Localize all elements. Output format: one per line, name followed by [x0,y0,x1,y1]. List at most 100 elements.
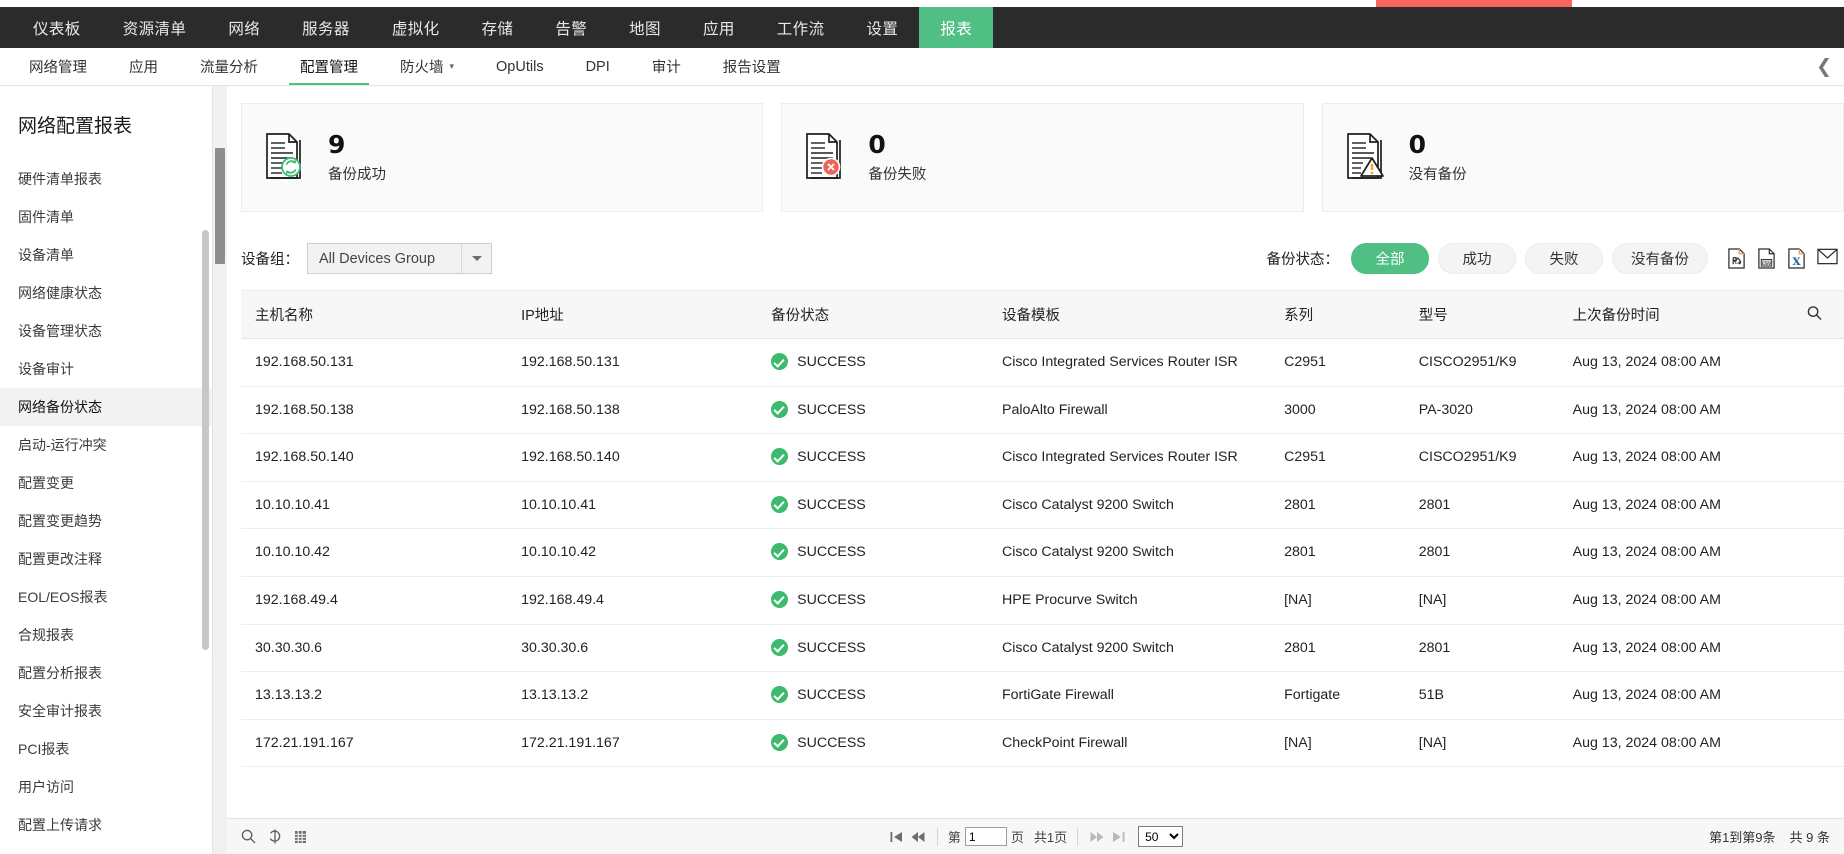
secondary-nav-item-0[interactable]: 网络管理 [8,48,108,85]
sidebar-scrollbar-thumb[interactable] [202,230,209,650]
table-search-icon[interactable] [241,829,256,844]
next-page-button[interactable] [1088,831,1106,843]
sidebar-item-16[interactable]: 用户访问 [0,768,212,806]
primary-nav-item-6[interactable]: 告警 [534,7,608,48]
primary-nav-item-5[interactable]: 存储 [461,7,535,48]
document-warning-icon [1343,132,1389,184]
backup-status-pill-2[interactable]: 失败 [1525,243,1603,274]
primary-nav-item-7[interactable]: 地图 [608,7,682,48]
primary-nav-item-10[interactable]: 设置 [845,7,919,48]
primary-nav-item-9[interactable]: 工作流 [756,7,846,48]
primary-nav-item-4[interactable]: 虚拟化 [371,7,461,48]
sidebar-item-2[interactable]: 设备清单 [0,236,212,274]
cell-text: Aug 13, 2024 08:00 AM [1572,734,1721,751]
primary-nav-item-2[interactable]: 网络 [207,7,281,48]
export-pdf-icon[interactable]: € [1727,248,1746,269]
sidebar-item-4[interactable]: 设备管理状态 [0,312,212,350]
first-page-button[interactable] [888,831,905,843]
table-row[interactable]: 30.30.30.6 30.30.30.6 SUCCESS Cisco Catalys… [241,624,1844,673]
previous-page-button[interactable] [909,831,927,843]
main-scrollbar-thumb[interactable] [215,148,225,264]
cell-text: 10.10.10.42 [521,544,597,561]
table-refresh-icon[interactable] [268,829,282,844]
sidebar-item-5[interactable]: 设备审计 [0,350,212,388]
cell-text: Cisco Catalyst 9200 Switch [1001,639,1174,656]
table-cell-host: 172.21.191.167 [241,719,508,768]
table-column-header-6[interactable]: 上次备份时间 [1558,290,1844,339]
last-page-button[interactable] [1110,831,1127,843]
sidebar-item-0[interactable]: 硬件清单报表 [0,160,212,198]
email-report-icon[interactable] [1817,248,1838,269]
sidebar-item-8[interactable]: 配置变更 [0,464,212,502]
device-group-select[interactable]: All Devices Group [307,243,492,274]
primary-nav-item-11[interactable]: 报表 [919,7,994,48]
secondary-nav-item-6[interactable]: DPI [565,48,631,85]
backup-status-pill-3[interactable]: 没有备份 [1612,243,1708,274]
backup-status-badge: SUCCESS [771,542,980,563]
table-column-header-4[interactable]: 系列 [1270,290,1405,339]
table-row[interactable]: 13.13.13.2 13.13.13.2 SUCCESS FortiGate Fir… [241,671,1844,720]
table-row[interactable]: 10.10.10.41 10.10.10.41 SUCCESS Cisco Catal… [241,481,1844,530]
summary-card-1[interactable]: 0 备份失败 [781,103,1304,212]
nav-collapse-chevron-left-icon[interactable]: ❮ [1816,57,1832,76]
page-suffix-label: 页 [1010,830,1024,845]
sidebar-item-11[interactable]: EOL/EOS报表 [0,578,212,616]
sidebar-item-3[interactable]: 网络健康状态 [0,274,212,312]
sidebar-item-1[interactable]: 固件清单 [0,198,212,236]
table-row[interactable]: 192.168.50.138 192.168.50.138 SUCCESS PaloA… [241,386,1844,435]
sidebar-item-7[interactable]: 启动-运行冲突 [0,426,212,464]
table-column-header-3[interactable]: 设备模板 [987,290,1271,339]
table-row[interactable]: 10.10.10.42 10.10.10.42 SUCCESS Cisco Catal… [241,528,1844,577]
secondary-nav-item-8[interactable]: 报告设置 [702,48,802,85]
backup-status-text: SUCCESS [797,496,866,513]
sidebar-item-13[interactable]: 配置分析报表 [0,654,212,692]
secondary-nav-item-7[interactable]: 审计 [631,48,702,85]
cell-text: 192.168.50.140 [521,449,620,466]
table-row[interactable]: 192.168.50.140 192.168.50.140 SUCCESS Cisco… [241,433,1844,482]
primary-nav-item-1[interactable]: 资源清单 [102,7,208,48]
sidebar-scrollbar-track[interactable] [202,230,209,650]
cell-text: CISCO2951/K9 [1418,354,1517,370]
backup-status-pill-0[interactable]: 全部 [1351,243,1429,274]
cell-text: [NA] [1418,734,1447,751]
table-row[interactable]: 192.168.49.4 192.168.49.4 SUCCESS HPE Procu… [241,576,1844,625]
table-cell-last_backup: Aug 13, 2024 08:00 AM [1558,528,1844,577]
sidebar-item-17[interactable]: 配置上传请求 [0,806,212,844]
secondary-nav-item-3[interactable]: 配置管理 [279,48,379,85]
table-column-header-1[interactable]: IP地址 [507,290,758,339]
secondary-nav-item-5[interactable]: OpUtils [475,48,565,85]
primary-nav-item-3[interactable]: 服务器 [281,7,371,48]
backup-status-pill-1[interactable]: 成功 [1438,243,1516,274]
table-cell-host: 10.10.10.42 [241,528,508,577]
page-number-input[interactable] [964,827,1007,846]
sidebar-item-10[interactable]: 配置更改注释 [0,540,212,578]
page-size-select[interactable]: 102550100 [1138,826,1184,847]
table-header-search-icon[interactable] [1807,305,1822,324]
cell-text: 2801 [1284,639,1316,656]
sidebar-item-6[interactable]: 网络备份状态 [0,388,212,426]
secondary-navigation: 网络管理 应用 流量分析 配置管理 防火墙 ▾ OpUtils DPI 审计 报告设置 ❮ [0,48,1844,86]
export-csv-icon[interactable]: CSV [1757,248,1776,269]
sidebar-item-15[interactable]: PCI报表 [0,730,212,768]
table-row[interactable]: 192.168.50.131 192.168.50.131 SUCCESS Cisco… [241,338,1844,387]
summary-card-2[interactable]: 0 没有备份 [1321,103,1844,212]
table-column-header-0[interactable]: 主机名称 [241,290,508,339]
summary-card-label: 备份成功 [328,167,386,184]
main-scrollbar-track[interactable] [213,86,227,854]
table-columns-icon[interactable] [294,830,307,844]
cell-text: Cisco Catalyst 9200 Switch [1001,544,1174,561]
table-column-header-5[interactable]: 型号 [1404,290,1559,339]
table-column-header-2[interactable]: 备份状态 [757,290,988,339]
primary-nav-item-8[interactable]: 应用 [682,7,756,48]
primary-nav-item-0[interactable]: 仪表板 [12,7,102,48]
table-row[interactable]: 172.21.191.167 172.21.191.167 SUCCESS Check… [241,719,1844,768]
summary-card-0[interactable]: 9 备份成功 [241,103,764,212]
sidebar-item-9[interactable]: 配置变更趋势 [0,502,212,540]
export-excel-icon[interactable]: X [1787,248,1806,269]
sidebar-item-12[interactable]: 合规报表 [0,616,212,654]
secondary-nav-item-2[interactable]: 流量分析 [179,48,279,85]
sidebar-item-14[interactable]: 安全审计报表 [0,692,212,730]
secondary-nav-item-4[interactable]: 防火墙 ▾ [379,48,475,85]
secondary-nav-item-1[interactable]: 应用 [108,48,179,85]
cell-text: 192.168.50.140 [255,449,354,466]
